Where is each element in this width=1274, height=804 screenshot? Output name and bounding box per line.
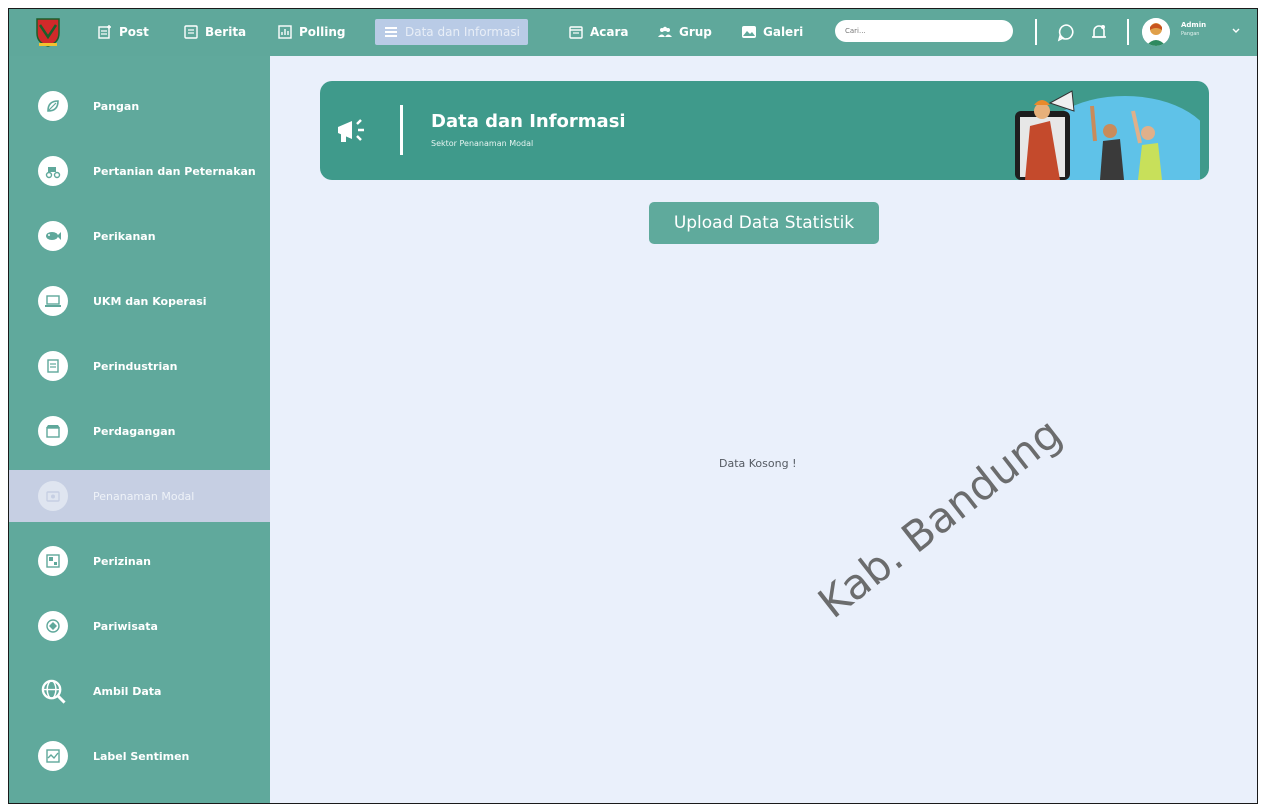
nav-berita[interactable]: Berita (183, 21, 246, 43)
nav-galeri-label: Galeri (763, 25, 804, 39)
nav-polling[interactable]: Polling (277, 21, 346, 43)
page-banner: Data dan Informasi Sektor Penanaman Moda… (320, 81, 1209, 180)
investment-icon (38, 481, 68, 511)
top-navbar: Post Berita Polling Data dan Informasi A… (9, 9, 1257, 56)
nav-grup-label: Grup (679, 25, 712, 39)
sentiment-chart-icon (38, 741, 68, 771)
kabupaten-logo[interactable] (35, 17, 61, 47)
page-subtitle: Sektor Penanaman Modal (431, 139, 534, 148)
sidebar: Pangan Pertanian dan Peternakan Perikana… (9, 56, 270, 803)
nav-data-informasi[interactable]: Data dan Informasi (375, 19, 528, 45)
app-frame: Post Berita Polling Data dan Informasi A… (8, 8, 1258, 804)
gallery-icon (742, 26, 756, 38)
poll-chart-icon (278, 25, 292, 39)
sidebar-item-perdagangan[interactable]: Perdagangan (9, 405, 270, 457)
megaphone-icon (338, 119, 364, 142)
laptop-icon (38, 286, 68, 316)
group-icon (658, 26, 672, 37)
fish-icon (38, 221, 68, 251)
sidebar-item-pangan[interactable]: Pangan (9, 80, 270, 132)
sidebar-item-label: Label Sentimen (93, 749, 190, 763)
nav-berita-label: Berita (205, 25, 247, 39)
nav-grup[interactable]: Grup (657, 21, 712, 43)
empty-state-message: Data Kosong ! (719, 457, 797, 470)
sidebar-item-perindustrian[interactable]: Perindustrian (9, 340, 270, 392)
news-icon (184, 25, 198, 39)
sidebar-item-perizinan[interactable]: Perizinan (9, 535, 270, 587)
nav-separator (1035, 19, 1037, 45)
sidebar-item-label: Perizinan (93, 554, 151, 568)
nav-data-informasi-label: Data dan Informasi (405, 25, 520, 39)
sidebar-item-label: Ambil Data (93, 684, 162, 698)
sidebar-item-label: Perikanan (93, 229, 156, 243)
tourism-icon (38, 611, 68, 641)
user-name[interactable]: Admin (1181, 21, 1206, 29)
upload-statistic-button[interactable]: Upload Data Statistik (649, 202, 879, 244)
leaf-icon (38, 91, 68, 121)
store-icon (38, 416, 68, 446)
license-icon (38, 546, 68, 576)
chevron-down-icon[interactable] (1231, 26, 1241, 36)
sidebar-item-label: Perindustrian (93, 359, 178, 373)
sidebar-item-label: Perdagangan (93, 424, 176, 438)
chat-icon[interactable] (1056, 22, 1076, 42)
sidebar-item-ambil-data[interactable]: Ambil Data (9, 665, 270, 717)
sidebar-item-label: Pariwisata (93, 619, 158, 633)
sidebar-item-label: Penanaman Modal (93, 489, 195, 503)
nav-polling-label: Polling (299, 25, 346, 39)
user-avatar[interactable] (1142, 18, 1170, 46)
nav-separator (1127, 19, 1129, 45)
page-title: Data dan Informasi (431, 111, 626, 132)
sidebar-item-pariwisata[interactable]: Pariwisata (9, 600, 270, 652)
sidebar-item-pertanian[interactable]: Pertanian dan Peternakan (9, 145, 270, 197)
nav-post[interactable]: Post (97, 21, 149, 43)
user-role: Pangan (1181, 31, 1200, 37)
sidebar-item-label: Pertanian dan Peternakan (93, 164, 256, 178)
notification-bell-icon[interactable] (1089, 22, 1109, 42)
banner-divider (400, 105, 403, 155)
nav-acara[interactable]: Acara (568, 21, 629, 43)
nav-post-label: Post (119, 25, 149, 39)
factory-icon (38, 351, 68, 381)
watermark: Kab. Bandung (809, 408, 1071, 628)
sidebar-item-label-sentimen[interactable]: Label Sentimen (9, 730, 270, 782)
sidebar-item-perikanan[interactable]: Perikanan (9, 210, 270, 262)
farm-icon (38, 156, 68, 186)
nav-acara-label: Acara (590, 25, 629, 39)
sidebar-item-label: UKM dan Koperasi (93, 294, 207, 308)
sidebar-item-ukm[interactable]: UKM dan Koperasi (9, 275, 270, 327)
avatar-image (1142, 18, 1170, 46)
list-icon (385, 27, 397, 37)
nav-galeri[interactable]: Galeri (741, 21, 803, 43)
banner-illustration (1015, 90, 1200, 180)
sidebar-item-penanaman-modal[interactable]: Penanaman Modal (9, 470, 270, 522)
search-input[interactable] (835, 20, 1013, 42)
sidebar-item-label: Pangan (93, 99, 140, 113)
globe-search-icon (38, 676, 68, 706)
post-icon (98, 25, 111, 39)
calendar-icon (569, 26, 583, 39)
